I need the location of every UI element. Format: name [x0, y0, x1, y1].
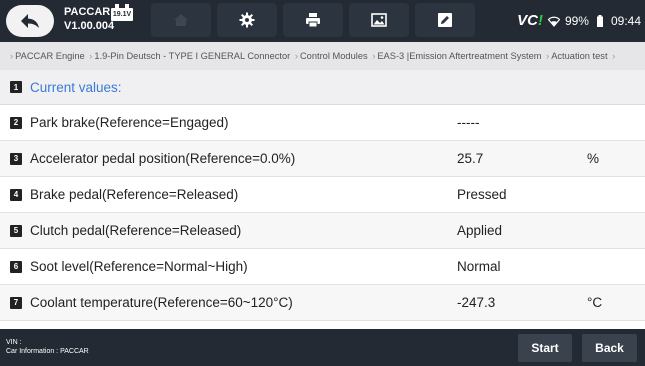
app-version: V1.00.004 [64, 20, 115, 32]
breadcrumb-item[interactable]: EAS-3 |Emission Aftertreatment System [377, 51, 541, 61]
row-label: Brake pedal(Reference=Released) [30, 187, 239, 202]
breadcrumb-item[interactable]: Actuation test [551, 51, 607, 61]
breadcrumb-item[interactable]: PACCAR Engine [15, 51, 85, 61]
row-number-badge: 3 [10, 152, 22, 165]
screenshot-tab[interactable] [349, 3, 409, 37]
breadcrumb-item[interactable]: Control Modules [300, 51, 368, 61]
row-value: Applied [457, 223, 503, 238]
table-row[interactable]: 2 Park brake(Reference=Engaged) ----- [0, 105, 645, 141]
car-information: Car Information : PACCAR [6, 348, 89, 355]
table-row[interactable]: 5 Clutch pedal(Reference=Released) Appli… [0, 213, 645, 249]
data-stream-table: 1 Current values: 2 Park brake(Reference… [0, 70, 645, 321]
battery-icon [596, 14, 603, 27]
printer-icon [306, 13, 320, 28]
top-bar: PACCAR V1.00.004 19.1V VC! 99% 09:44 [0, 0, 645, 42]
row-value: -247.3 [457, 295, 496, 310]
back-arrow-icon [21, 14, 39, 28]
vci-indicator: VC! [517, 12, 543, 29]
row-value: ----- [457, 115, 480, 130]
edit-icon [438, 13, 452, 27]
row-value: 25.7 [457, 151, 484, 166]
row-unit: % [587, 151, 600, 166]
battery-percent: 99% [564, 13, 589, 28]
row-label: Accelerator pedal position(Reference=0.0… [30, 151, 296, 166]
edit-tab[interactable] [415, 3, 475, 37]
row-number-badge: 5 [10, 224, 22, 237]
print-tab[interactable] [283, 3, 343, 37]
bottom-bar: VIN : Car Information : PACCAR Start Bac… [0, 329, 645, 366]
toolbar-tabs [151, 3, 475, 37]
vin-label: VIN : [6, 339, 22, 346]
back-arrow-button[interactable] [6, 5, 54, 37]
table-row[interactable]: 7 Coolant temperature(Reference=60~120°C… [0, 285, 645, 321]
clock: 09:44 [610, 13, 641, 28]
row-number-badge: 4 [10, 188, 22, 201]
row-label: Clutch pedal(Reference=Released) [30, 223, 242, 238]
image-icon [371, 13, 387, 27]
row-label: Park brake(Reference=Engaged) [30, 115, 229, 130]
row-value: Pressed [457, 187, 507, 202]
wifi-icon [547, 16, 560, 27]
gear-icon [239, 12, 255, 28]
breadcrumb: › PACCAR Engine › 1.9-Pin Deutsch - TYPE I… [0, 42, 645, 70]
row-unit: °C [587, 295, 603, 310]
home-tab[interactable] [151, 3, 211, 37]
row-value: Normal [457, 259, 501, 274]
home-icon [174, 14, 188, 26]
voltage-indicator: 19.1V [111, 3, 133, 22]
table-row[interactable]: 3 Accelerator pedal position(Reference=0… [0, 141, 645, 177]
table-row[interactable]: 6 Soot level(Reference=Normal~High) Norm… [0, 249, 645, 285]
voltage-value: 19.1V [111, 8, 133, 21]
row-number-badge: 1 [10, 81, 22, 93]
row-label: Soot level(Reference=Normal~High) [30, 259, 248, 274]
app-name: PACCAR [64, 6, 111, 18]
row-label: Coolant temperature(Reference=60~120°C) [30, 295, 293, 310]
breadcrumb-item[interactable]: 1.9-Pin Deutsch - TYPE I GENERAL Connect… [94, 51, 290, 61]
settings-tab[interactable] [217, 3, 277, 37]
row-number-badge: 6 [10, 260, 22, 273]
start-button[interactable]: Start [518, 334, 572, 362]
row-number-badge: 2 [10, 116, 22, 129]
table-row[interactable]: 4 Brake pedal(Reference=Released) Presse… [0, 177, 645, 213]
status-area: VC! 99% 09:44 [517, 12, 641, 29]
row-number-badge: 7 [10, 296, 22, 309]
back-button[interactable]: Back [582, 334, 637, 362]
current-values-heading: Current values: [30, 79, 122, 95]
table-header-row: 1 Current values: [0, 70, 645, 105]
